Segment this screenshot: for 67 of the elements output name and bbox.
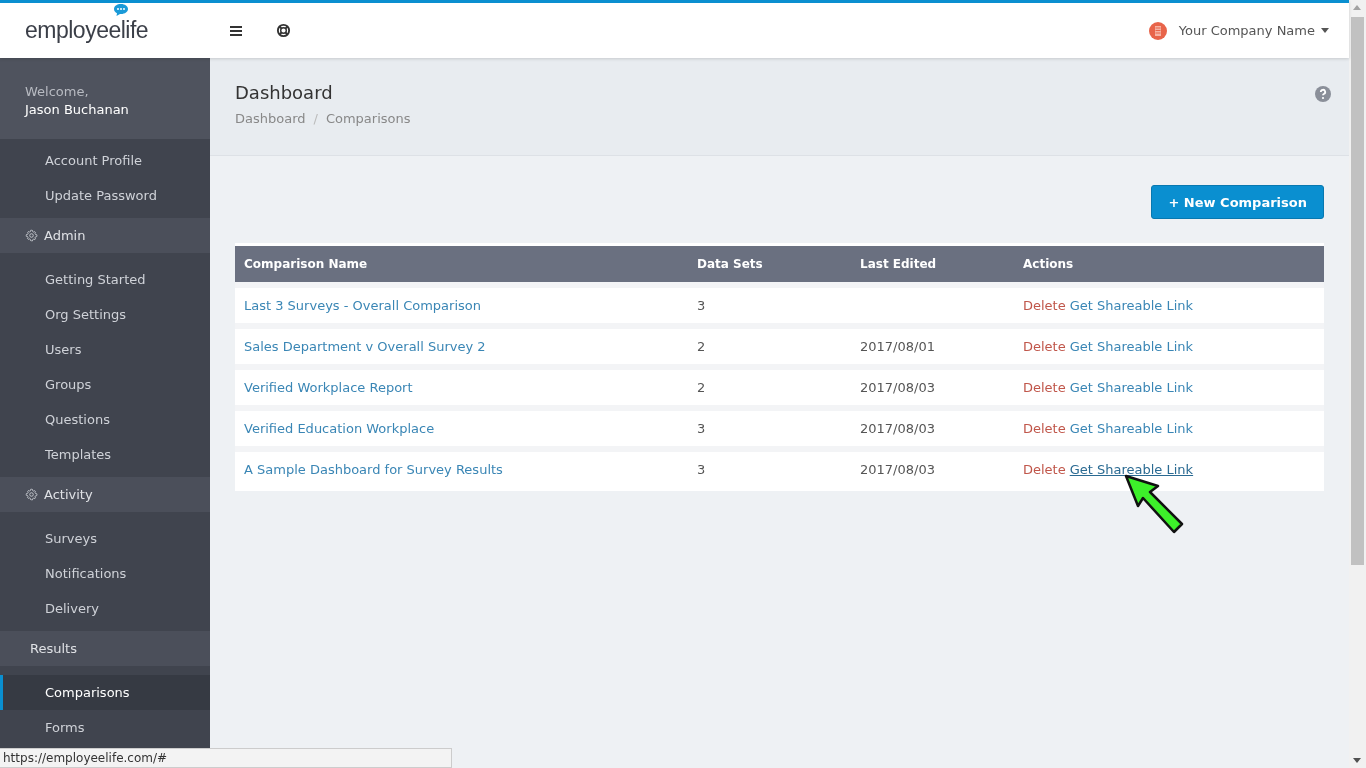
comparison-link[interactable]: Last 3 Surveys - Overall Comparison <box>244 298 481 313</box>
sidebar-item[interactable]: Comparisons <box>0 675 210 710</box>
status-url: https://employeelife.com/# <box>0 748 452 768</box>
sidebar-item[interactable]: Questions <box>0 402 210 437</box>
sidebar-item[interactable]: Getting Started <box>0 262 210 297</box>
caret-icon <box>1321 28 1329 33</box>
table-cell-text: 2017/08/01 <box>859 339 936 354</box>
column-header: Actions <box>1022 257 1075 271</box>
sidebar-item[interactable]: Update Password <box>0 178 210 213</box>
sidebar-item[interactable]: Delivery <box>0 591 210 626</box>
delete-link[interactable]: Delete <box>1023 339 1066 354</box>
building-icon <box>1148 21 1167 40</box>
column-header: Comparison Name <box>243 257 369 271</box>
delete-link[interactable]: Delete <box>1023 380 1066 395</box>
shareable-link[interactable]: Get Shareable Link <box>1069 421 1194 436</box>
gear-icon <box>25 488 38 501</box>
sidebar-section[interactable]: Activity <box>0 477 210 512</box>
column-header: Last Edited <box>859 257 938 271</box>
sidebar-item[interactable]: Surveys <box>0 521 210 556</box>
delete-link[interactable]: Delete <box>1023 298 1066 313</box>
comparison-link[interactable]: Sales Department v Overall Survey 2 <box>244 339 486 354</box>
new-comparison-button[interactable]: + New Comparison <box>1151 185 1324 219</box>
sidebar-item[interactable]: Account Profile <box>0 143 210 178</box>
table-cell-text: 3 <box>696 462 707 477</box>
breadcrumb-separator: / <box>313 111 318 126</box>
section-label: Activity <box>44 487 93 502</box>
table-cell-text: 2017/08/03 <box>859 421 936 436</box>
pointer-arrow-icon <box>1124 474 1184 536</box>
comparison-link[interactable]: A Sample Dashboard for Survey Results <box>244 462 503 477</box>
sidebar-item[interactable]: Forms <box>0 710 210 745</box>
section-label: Admin <box>44 228 86 243</box>
welcome-text: Welcome, <box>25 83 90 101</box>
table-cell-text: 3 <box>696 298 707 313</box>
delete-link[interactable]: Delete <box>1023 462 1066 477</box>
shareable-link[interactable]: Get Shareable Link <box>1069 298 1194 313</box>
breadcrumb-item[interactable]: Comparisons <box>325 111 411 126</box>
delete-link[interactable]: Delete <box>1023 421 1066 436</box>
table-cell-text: 3 <box>696 421 707 436</box>
menu-icon[interactable] <box>230 25 242 36</box>
table-cell-text: 2017/08/03 <box>859 462 936 477</box>
gear-icon <box>25 229 38 242</box>
table-cell-text: 2 <box>696 339 707 354</box>
comparison-link[interactable]: Verified Workplace Report <box>244 380 413 395</box>
table-cell-text: 2017/08/03 <box>859 380 936 395</box>
logo-text: employeelife <box>25 17 149 44</box>
chat-bubble-icon <box>113 3 129 17</box>
column-header: Data Sets <box>696 257 764 271</box>
comparison-link[interactable]: Verified Education Workplace <box>244 421 435 436</box>
sidebar-section[interactable]: Results <box>0 631 210 666</box>
breadcrumb-item[interactable]: Dashboard <box>235 111 306 126</box>
lifebuoy-icon[interactable] <box>276 23 291 38</box>
shareable-link[interactable]: Get Shareable Link <box>1069 462 1194 477</box>
sidebar-item[interactable]: Org Settings <box>0 297 210 332</box>
shareable-link[interactable]: Get Shareable Link <box>1069 380 1194 395</box>
table-cell-text: 2 <box>696 380 707 395</box>
sidebar-item[interactable]: Notifications <box>0 556 210 591</box>
shareable-link[interactable]: Get Shareable Link <box>1069 339 1194 354</box>
page-title: Dashboard <box>235 82 333 103</box>
user-name: Jason Buchanan <box>25 101 130 119</box>
scroll-down-icon[interactable] <box>1353 758 1361 763</box>
sidebar-section[interactable]: Admin <box>0 218 210 253</box>
company-dropdown[interactable]: Your Company Name <box>1178 23 1329 38</box>
help-icon[interactable] <box>1315 86 1331 102</box>
sidebar-item[interactable]: Templates <box>0 437 210 472</box>
scrollbar-thumb[interactable] <box>1351 17 1364 565</box>
sidebar-item[interactable]: Users <box>0 332 210 367</box>
sidebar-item[interactable]: Groups <box>0 367 210 402</box>
